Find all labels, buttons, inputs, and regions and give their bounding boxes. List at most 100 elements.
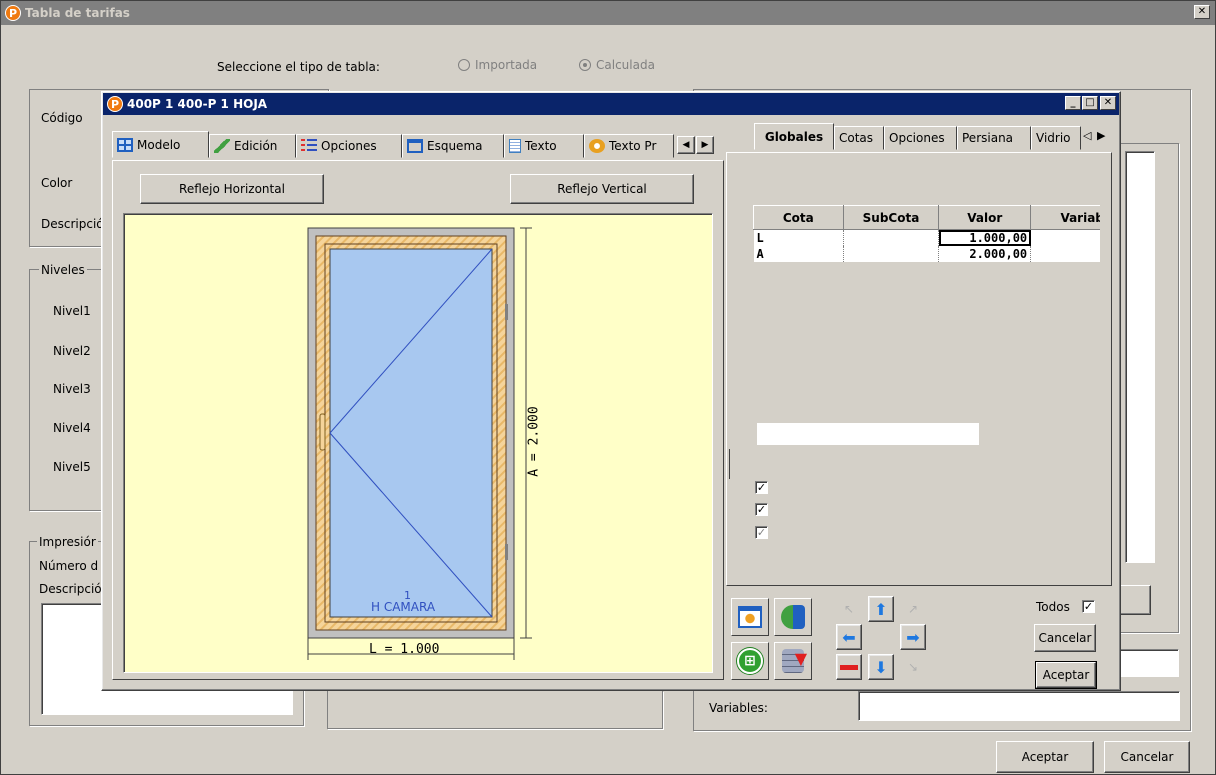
nivel-5-label: Nivel5	[53, 460, 91, 474]
right-tab-scroll-left[interactable]: ◁	[1083, 129, 1091, 142]
handle	[319, 413, 326, 451]
tab-texto[interactable]: Texto	[504, 134, 584, 158]
nivel-2-label: Nivel2	[53, 344, 91, 358]
table-type-label: Seleccione el tipo de tabla:	[217, 60, 380, 74]
modelo-page: Reflejo Horizontal Reflejo Vertical A = …	[112, 160, 724, 680]
cell-variable[interactable]	[1030, 229, 1100, 246]
radio-calculada-label: Calculada	[596, 58, 655, 72]
arrow-up-right-button: ↗	[907, 602, 919, 616]
reflejo-horizontal-button[interactable]: Reflejo Horizontal	[140, 174, 324, 204]
cell-subcota[interactable]	[843, 245, 940, 262]
col-subcota[interactable]: SubCota	[842, 205, 940, 230]
tab-opciones[interactable]: Opciones	[296, 134, 402, 158]
todos-checkbox[interactable]: ✓	[1082, 600, 1095, 613]
tab-edicion[interactable]: Edición	[209, 134, 296, 158]
radio-calculada-circle	[579, 59, 591, 71]
cell-variable[interactable]	[1030, 245, 1100, 262]
color-label: Color	[41, 176, 73, 190]
descripcion2-label: Descripció	[39, 582, 102, 596]
add-window-button[interactable]: ⊞	[731, 642, 769, 680]
main-cancelar-button[interactable]: Cancelar	[1104, 741, 1190, 773]
dialog-cancelar-button[interactable]: Cancelar	[1034, 624, 1096, 652]
minus-button[interactable]	[836, 654, 862, 680]
cell-valor[interactable]: 1.000,00	[938, 229, 1032, 246]
impresion-legend: Impresiór	[37, 535, 98, 549]
arrow-down-right-button: ↘	[907, 660, 919, 674]
tab-texto-pr[interactable]: Texto Pr	[584, 134, 674, 158]
left-tabstrip: Modelo Edición Opciones Esquema Texto Te…	[112, 131, 724, 162]
radio-calculada[interactable]: Calculada	[579, 58, 655, 72]
tab-esquema-label: Esquema	[427, 139, 483, 153]
descripcion-label: Descripció	[41, 217, 104, 231]
minus-icon	[840, 664, 858, 670]
tab-texto-pr-label: Texto Pr	[609, 139, 657, 153]
table-row[interactable]: A 2.000,00	[753, 245, 1100, 262]
tab-right-opciones[interactable]: Opciones	[884, 126, 957, 150]
arrow-left-button[interactable]: ⬅	[836, 624, 862, 650]
drawing-canvas[interactable]: A = 2.000 L = 1.000 H CAMARA 1	[123, 213, 713, 673]
settings-window-icon	[738, 606, 762, 628]
dim-height-label: A = 2.000	[526, 406, 542, 477]
left-tab-scroll-right[interactable]: ▶	[696, 136, 714, 154]
dialog-minimize-button[interactable]: _	[1065, 96, 1081, 110]
dialog-close-button[interactable]: ✕	[1100, 96, 1116, 110]
niveles-legend: Niveles	[39, 263, 87, 277]
arrow-up-left-button: ↖	[843, 602, 855, 616]
cell-valor[interactable]: 2.000,00	[938, 245, 1032, 262]
left-tab-scroll-left[interactable]: ◀	[677, 136, 695, 154]
main-close-button[interactable]: ✕	[1194, 5, 1210, 19]
tab-esquema[interactable]: Esquema	[402, 134, 504, 158]
pencil-icon	[214, 139, 230, 153]
arrow-up-button[interactable]: ⬆	[868, 596, 894, 622]
cotas-grid[interactable]: Cota SubCota Valor Variabl L 1.000,00 A …	[753, 205, 1100, 273]
arrow-down-button[interactable]: ⬇	[868, 654, 894, 680]
codigo-label: Código	[41, 111, 83, 125]
right-small-button[interactable]	[1119, 585, 1151, 615]
cell-subcota[interactable]	[843, 229, 940, 246]
main-titlebar: P Tabla de tarifas ✕	[1, 1, 1215, 25]
leaf-button[interactable]	[774, 598, 812, 636]
vertical-divider	[729, 449, 730, 479]
glass-pane	[329, 248, 493, 618]
tab-modelo[interactable]: Modelo	[112, 131, 209, 158]
app-logo-icon: P	[5, 5, 21, 21]
gear-icon	[589, 139, 605, 153]
dialog-title: 400P 1 400-P 1 HOJA	[127, 97, 268, 111]
tab-persiana-label: Persiana	[962, 131, 1014, 145]
tab-globales[interactable]: Globales	[754, 123, 834, 150]
check-3[interactable]: ✓	[755, 526, 768, 539]
database-down-button[interactable]: ▼	[774, 642, 812, 680]
list-icon	[301, 139, 317, 153]
main-aceptar-button[interactable]: Aceptar	[996, 741, 1094, 773]
reflejo-vertical-button[interactable]: Reflejo Vertical	[510, 174, 694, 204]
dialog-aceptar-button[interactable]: Aceptar	[1035, 661, 1097, 689]
variables-label: Variables:	[709, 701, 768, 715]
table-row[interactable]: L 1.000,00	[753, 229, 1100, 246]
radio-importada[interactable]: Importada	[458, 58, 537, 72]
dialog-maximize-button[interactable]: □	[1082, 96, 1098, 110]
nivel-4-label: Nivel4	[53, 421, 91, 435]
right-list-field[interactable]	[1125, 151, 1155, 563]
right-input-1[interactable]	[1119, 649, 1179, 677]
check-2[interactable]: ✓	[755, 503, 768, 516]
check-1[interactable]: ✓	[755, 481, 768, 494]
globales-page: Cota SubCota Valor Variabl L 1.000,00 A …	[726, 152, 1112, 586]
cell-cota[interactable]: A	[753, 245, 844, 262]
white-bar	[757, 423, 979, 445]
cell-cota[interactable]: L	[753, 229, 844, 246]
right-tab-scroll-right[interactable]: ▶	[1097, 129, 1105, 142]
main-title: Tabla de tarifas	[25, 6, 130, 20]
tab-persiana[interactable]: Persiana	[957, 126, 1031, 150]
col-cota[interactable]: Cota	[753, 205, 844, 230]
grid-icon	[117, 137, 133, 152]
tab-opciones-label: Opciones	[321, 139, 377, 153]
col-variable[interactable]: Variabl	[1030, 205, 1100, 230]
arrow-right-button[interactable]: ➡	[900, 624, 926, 650]
middle-group	[327, 691, 663, 729]
tab-cotas[interactable]: Cotas	[834, 126, 884, 150]
col-valor[interactable]: Valor	[938, 205, 1032, 230]
settings-window-button[interactable]	[731, 598, 769, 636]
variables-input[interactable]	[858, 691, 1180, 721]
tab-vidrio[interactable]: Vidrio	[1031, 126, 1081, 150]
document-icon	[509, 139, 521, 153]
